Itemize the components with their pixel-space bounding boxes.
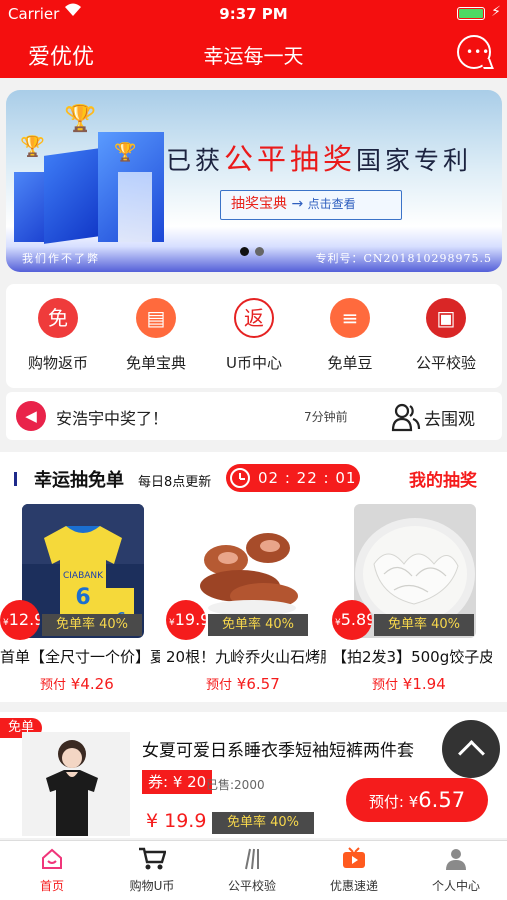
menu-item-rebate[interactable]: 免 购物返币 [10, 298, 106, 373]
clock: 9:37 PM [219, 5, 288, 23]
coupon-badge: 券: ¥ 20 [142, 770, 213, 794]
tab-profile[interactable]: 个人中心 [416, 847, 496, 894]
bean-coins-icon: ≡ [330, 298, 370, 338]
profile-icon [416, 847, 496, 875]
draw-card[interactable]: CIABANK 6 6 ¥12.9 免单率 40% 首单【全尺寸一个价】夏装 预… [0, 504, 160, 694]
tab-shopping[interactable]: 购物U币 [112, 847, 192, 894]
free-rate-label: 免单率 40% [374, 614, 474, 636]
pedestal-graphic [118, 172, 152, 242]
free-rate-label: 免单率 40% [208, 614, 308, 636]
verify-icon [212, 847, 292, 875]
lottery-guide-button[interactable]: 抽奖宝典 → 点击查看 [220, 190, 402, 220]
chat-bubble-icon[interactable]: ••• [457, 35, 491, 69]
section-subtitle: 每日8点更新 [138, 475, 212, 490]
pedestal-graphic [44, 148, 100, 244]
home-icon [12, 847, 92, 875]
free-rate-label: 免单率 40% [212, 812, 314, 834]
draw-card[interactable]: ¥5.89 免单率 40% 【拍2发3】500g饺子皮 预付 ¥1.94 [332, 504, 492, 694]
product-name: 【拍2发3】500g饺子皮 [332, 648, 492, 666]
banner-slogan: 我们作不了弊 [22, 252, 100, 265]
tab-promo[interactable]: 优惠速递 [314, 847, 394, 894]
winner-text: 安浩宇中奖了！ [56, 409, 169, 428]
countdown-timer: 02 : 22 : 01 [226, 464, 360, 492]
product-image [22, 732, 130, 836]
scroll-top-button[interactable] [442, 720, 500, 778]
tab-bar: 首页 购物U币 公平校验 优惠速递 个人中心 [0, 840, 507, 900]
carousel-indicator[interactable] [240, 241, 270, 260]
sold-count: 已售:2000 [206, 778, 265, 792]
product-name: 20根！九岭乔火山石烤肠 [166, 648, 326, 666]
menu-item-guide[interactable]: ▤ 免单宝典 [108, 298, 204, 373]
menu-item-verify[interactable]: ▣ 公平校验 [398, 298, 494, 373]
svg-text:CIABANK: CIABANK [63, 571, 104, 581]
prepay-price: 预付 ¥6.57 [206, 675, 280, 693]
menu-item-u-coin[interactable]: 返 U币中心 [206, 298, 302, 373]
banner-headline: 已获公平抽奖国家专利 [166, 142, 473, 176]
product-name: 首单【全尺寸一个价】夏装 [0, 648, 160, 666]
product-name: 女夏可爱日系睡衣季短袖短裤两件套 [142, 741, 414, 761]
bronze-trophy-icon: 🏆 [114, 142, 137, 163]
speaker-icon: ◀ [16, 401, 46, 431]
guide-book-icon: ▤ [136, 298, 176, 338]
people-icon[interactable] [391, 402, 421, 438]
page-title: 幸运每一天 [203, 44, 304, 68]
banner-carousel[interactable]: 🏆 🏆 🏆 已获公平抽奖国家专利 抽奖宝典 → 点击查看 我们作不了弊 专利号：… [6, 90, 502, 272]
charging-icon: ⚡ [491, 4, 501, 20]
menu-item-beans[interactable]: ≡ 免单豆 [302, 298, 398, 373]
silver-trophy-icon: 🏆 [20, 134, 45, 158]
video-promo-icon [314, 847, 394, 875]
section-marker [14, 472, 17, 486]
banner-section: 🏆 🏆 🏆 已获公平抽奖国家专利 抽奖宝典 → 点击查看 我们作不了弊 专利号：… [0, 78, 507, 278]
prepay-price: 预付 ¥4.26 [40, 675, 114, 693]
svg-text:6: 6 [75, 585, 90, 610]
gift-box-icon: ▣ [426, 298, 466, 338]
carousel-dot [255, 247, 264, 256]
carousel-dot-active [240, 247, 249, 256]
free-rate-label: 免单率 40% [42, 614, 142, 636]
view-button[interactable]: 去围观 [424, 405, 475, 430]
battery-icon [457, 7, 485, 20]
patent-number: 专利号：CN201810298975.5 [315, 252, 492, 265]
rebate-icon: 免 [38, 298, 78, 338]
price-badge: ¥5.89 [332, 600, 372, 640]
status-bar: Carrier 9:37 PM ⚡ [0, 0, 507, 28]
lucky-draw-section: 幸运抽免单 每日8点更新 02 : 22 : 01 我的抽奖 CIABANK 6… [0, 452, 507, 702]
notice-time: 7分钟前 [304, 410, 348, 424]
price-badge: ¥12.9 [0, 600, 40, 640]
gold-trophy-icon: 🏆 [64, 104, 97, 134]
nav-bar: 爱优优 幸运每一天 ••• [0, 28, 507, 78]
product-list-item[interactable]: 免单 女夏可爱日系睡衣季短袖短裤两件套 券: ¥ 20 已售:2000 ¥ 19… [0, 712, 507, 838]
tab-verify[interactable]: 公平校验 [212, 847, 292, 894]
draw-card[interactable]: ¥19.9 免单率 40% 20根！九岭乔火山石烤肠 预付 ¥6.57 [166, 504, 326, 694]
feature-menu: 免 购物返币 ▤ 免单宝典 返 U币中心 ≡ 免单豆 ▣ 公平校验 [6, 284, 502, 388]
section-title: 幸运抽免单 [34, 470, 124, 491]
winner-notice[interactable]: ◀ 安浩宇中奖了！ 7分钟前 去围观 [6, 392, 502, 440]
my-draws-link[interactable]: 我的抽奖 [409, 466, 477, 491]
price-badge: ¥19.9 [166, 600, 206, 640]
tab-home[interactable]: 首页 [12, 847, 92, 894]
prepay-button[interactable]: 预付: ¥6.57 [346, 778, 488, 822]
shopping-cart-icon [112, 847, 192, 875]
u-coin-icon: 返 [234, 298, 274, 338]
clock-icon [230, 468, 250, 488]
arrow-right-icon: → [291, 196, 304, 212]
prepay-price: 预付 ¥1.94 [372, 675, 446, 693]
product-price: ¥ 19.9 [146, 810, 207, 832]
